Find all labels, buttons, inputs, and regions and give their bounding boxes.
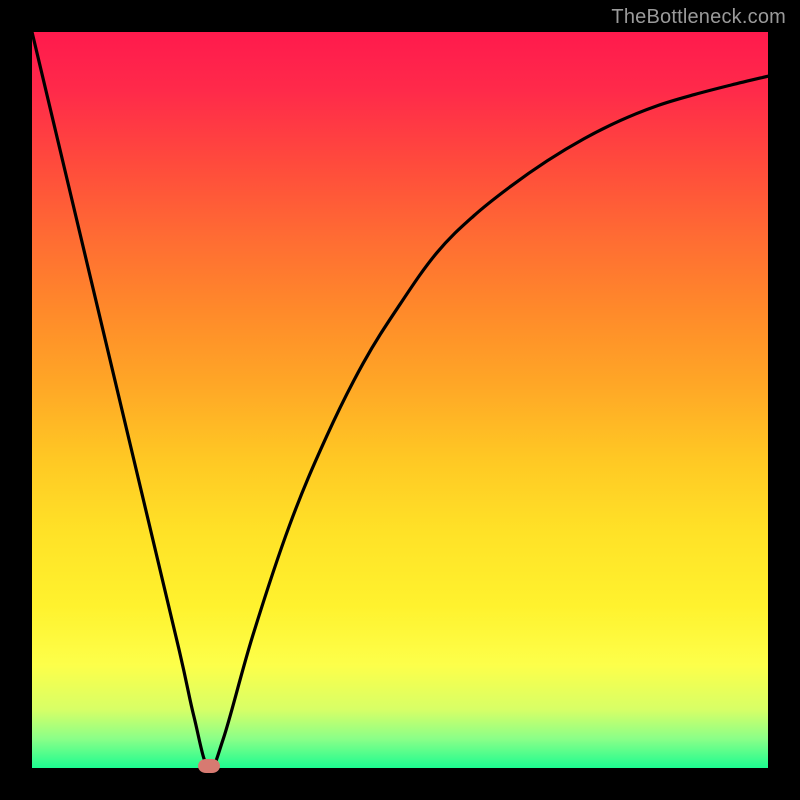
bottleneck-curve-path [32,32,768,769]
bottleneck-curve-svg [32,32,768,768]
optimal-point-marker [198,759,220,773]
chart-stage: TheBottleneck.com [0,0,800,800]
watermark-text: TheBottleneck.com [611,6,786,29]
